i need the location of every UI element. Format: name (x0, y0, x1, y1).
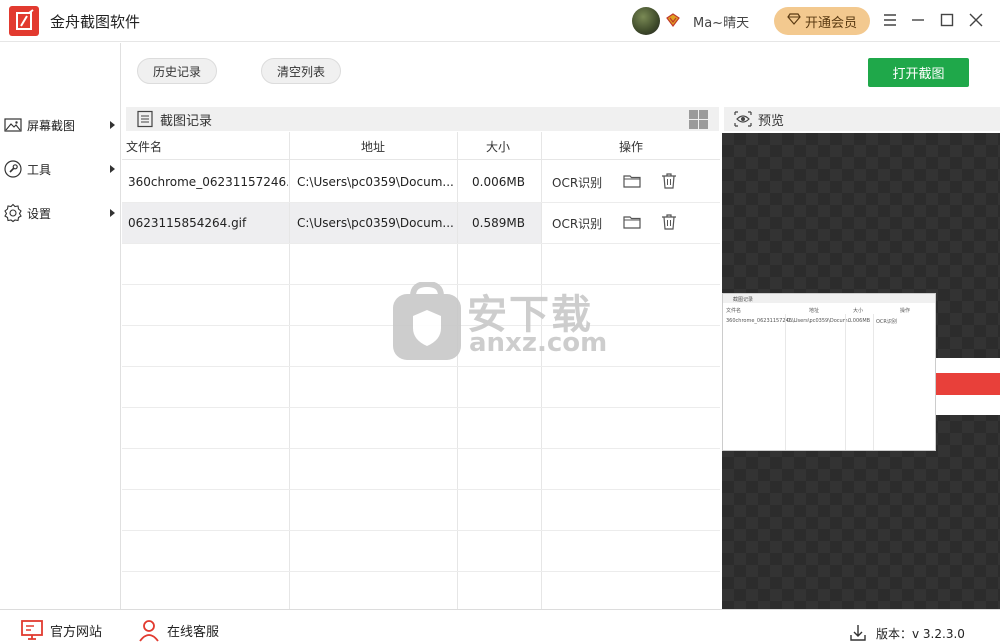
vip-button[interactable]: 开通会员 (774, 7, 870, 35)
grid-line (541, 132, 542, 609)
records-title: 截图记录 (160, 113, 213, 129)
thumb-col: 地址 (809, 308, 820, 314)
watermark: 安下载 anxz.com (391, 282, 611, 362)
ocr-button[interactable]: OCR识别 (552, 174, 602, 191)
clear-list-button[interactable]: 清空列表 (261, 58, 341, 84)
folder-icon[interactable] (622, 171, 642, 191)
cell-filename: 0623115854264.gif (128, 215, 247, 230)
trash-icon[interactable] (659, 171, 679, 191)
support-link[interactable]: 在线客服 (137, 618, 219, 642)
sidebar-item-tools[interactable]: 工具 (0, 154, 120, 184)
vip-button-label: 开通会员 (804, 15, 857, 31)
website-link[interactable]: 官方网站 (20, 618, 102, 642)
thumb-col: 大小 (853, 308, 864, 314)
ocr-button[interactable]: OCR识别 (552, 215, 602, 232)
preview-thumbnail-header (723, 294, 935, 303)
table-row[interactable]: 360chrome_06231157246... C:\Users\pc0359… (122, 161, 720, 202)
records-table: 文件名 地址 大小 操作 360chrome_06231157246... C:… (122, 132, 720, 609)
preview-title: 预览 (758, 113, 785, 129)
grid-line (122, 202, 720, 203)
open-screenshot-button[interactable]: 打开截图 (868, 58, 969, 87)
status-bar: 官方网站 在线客服 版本：v 3.2.3.0 (0, 609, 1000, 644)
list-icon (136, 110, 154, 128)
diamond-icon (787, 12, 801, 30)
grid-line (122, 489, 720, 490)
thumb-cell: OCR识别 (876, 319, 897, 325)
cell-size: 0.006MB (472, 174, 525, 189)
support-label: 在线客服 (167, 624, 220, 640)
sidebar-item-screenshot[interactable]: 屏幕截图 (0, 110, 120, 140)
grid-view-icon[interactable] (688, 109, 709, 130)
preview-thumbnail-banner (936, 373, 1000, 395)
maximize-icon[interactable] (938, 11, 956, 29)
folder-icon[interactable] (622, 212, 642, 232)
watermark-subtext: anxz.com (469, 328, 608, 358)
user-name[interactable]: Ma~晴天 (693, 12, 749, 31)
sidebar-item-label: 工具 (27, 162, 52, 177)
app-title: 金舟截图软件 (50, 13, 141, 31)
monitor-icon (20, 618, 44, 642)
grid-line (122, 366, 720, 367)
gear-icon (3, 203, 23, 223)
trash-icon[interactable] (659, 212, 679, 232)
grid-line (122, 243, 720, 244)
thumb-grid (873, 314, 874, 450)
table-row-selected[interactable]: 0623115854264.gif C:\Users\pc0359\Docum.… (122, 202, 541, 243)
thumb-cell: 0.006MB (848, 318, 871, 324)
website-label: 官方网站 (50, 624, 103, 640)
sidebar: 屏幕截图 工具 设置 (0, 43, 121, 609)
thumb-col: 文件名 (726, 308, 742, 314)
preview-header: 预览 (724, 107, 1000, 131)
title-bar: 金舟截图软件 Ma~晴天 开通会员 (0, 0, 1000, 42)
cell-size: 0.589MB (472, 215, 525, 230)
column-header-size[interactable]: 大小 (486, 132, 510, 160)
vip-badge-icon (665, 12, 681, 28)
grid-line (122, 530, 720, 531)
chevron-right-icon (108, 209, 116, 217)
chevron-right-icon (108, 121, 116, 129)
thumb-cell: C:\Users\pc0359\Docum... (787, 318, 853, 324)
sidebar-item-settings[interactable]: 设置 (0, 198, 120, 228)
app-logo-icon (9, 6, 39, 36)
chevron-right-icon (108, 165, 116, 173)
close-icon[interactable] (967, 11, 985, 29)
history-button[interactable]: 历史记录 (137, 58, 217, 84)
grid-line (122, 571, 720, 572)
preview-canvas[interactable]: 截图记录 文件名 地址 大小 操作 360chrome_06231157246.… (722, 133, 1000, 609)
column-header-filename[interactable]: 文件名 (126, 132, 162, 160)
wrench-icon (3, 159, 23, 179)
avatar[interactable] (632, 7, 660, 35)
version-label: 版本：v 3.2.3.0 (876, 626, 965, 641)
cell-path: C:\Users\pc0359\Docum... (297, 174, 454, 189)
image-icon (3, 115, 23, 135)
grid-line (122, 407, 720, 408)
download-icon (850, 625, 866, 641)
table-header: 文件名 地址 大小 操作 (122, 132, 720, 160)
grid-line (289, 132, 290, 609)
eye-icon (734, 110, 752, 128)
minimize-icon[interactable] (909, 11, 927, 29)
watermark-logo-icon (393, 282, 461, 360)
column-header-path[interactable]: 地址 (361, 132, 385, 160)
column-header-actions: 操作 (619, 139, 644, 154)
cell-filename: 360chrome_06231157246... (128, 174, 288, 189)
grid-line (457, 132, 458, 609)
thumb-col: 操作 (900, 308, 911, 314)
preview-thumbnail: 截图记录 文件名 地址 大小 操作 360chrome_06231157246.… (722, 293, 936, 451)
thumb-grid (785, 314, 786, 450)
sidebar-item-label: 屏幕截图 (27, 118, 76, 133)
person-icon (137, 618, 161, 642)
version-info[interactable]: 版本：v 3.2.3.0 (848, 623, 965, 643)
sidebar-item-label: 设置 (27, 206, 52, 221)
thumb-grid (845, 314, 846, 450)
menu-icon[interactable] (881, 11, 899, 29)
grid-line (122, 448, 720, 449)
thumb-title: 截图记录 (733, 297, 754, 303)
cell-path: C:\Users\pc0359\Docum... (297, 215, 454, 230)
records-header: 截图记录 (126, 107, 719, 131)
